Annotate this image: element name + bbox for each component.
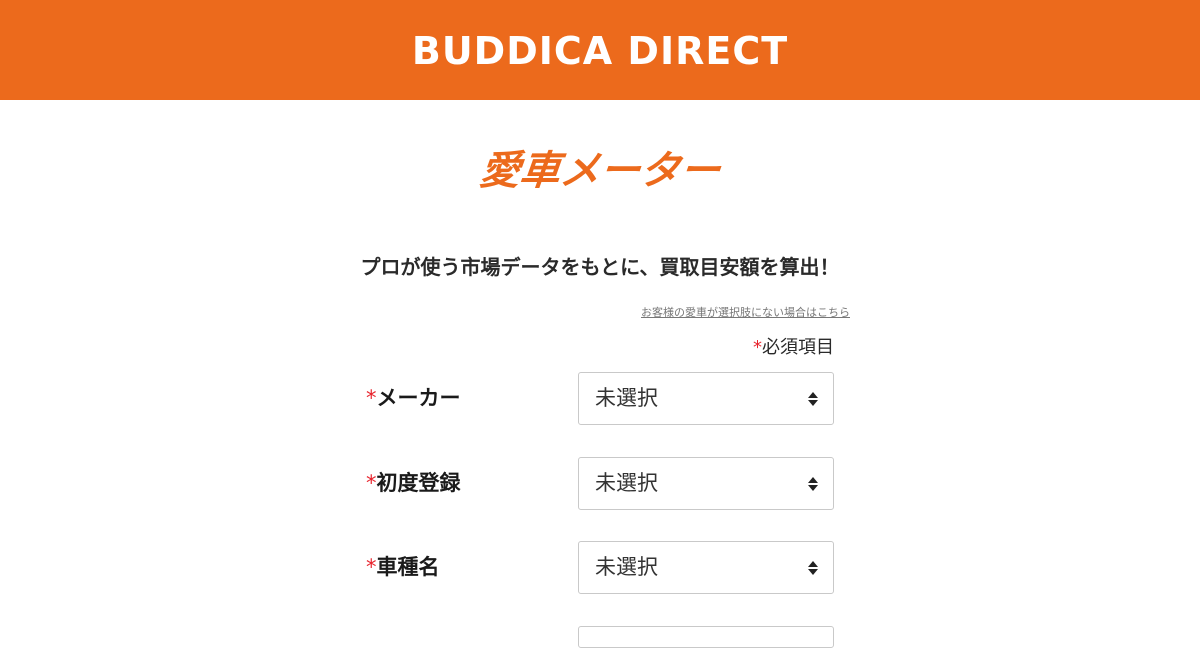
field-label-text: メーカー: [376, 386, 461, 410]
field-label-first-registration: *初度登録: [366, 457, 461, 510]
required-star: *: [366, 471, 377, 495]
required-star: *: [753, 337, 762, 358]
maker-select[interactable]: 未選択: [578, 372, 834, 425]
car-model-select-value: 未選択: [595, 555, 658, 579]
field-label-car-model: *車種名: [366, 541, 440, 594]
first-registration-select-value: 未選択: [595, 471, 658, 495]
buddica-direct-logo[interactable]: BUDDICA DIRECT: [0, 26, 1200, 76]
aisha-meter-logo: 愛車メーター: [477, 148, 723, 194]
required-note-label: 必須項目: [762, 337, 834, 358]
next-select-partial[interactable]: [578, 626, 834, 648]
car-model-select[interactable]: 未選択: [578, 541, 834, 594]
required-fields-note: *必須項目: [753, 336, 834, 360]
form-row-car-model: *車種名 未選択: [366, 541, 834, 594]
car-not-listed-link[interactable]: お客様の愛車が選択肢にない場合はこちら: [641, 305, 850, 321]
page-tagline: プロが使う市場データをもとに、買取目安額を算出！: [360, 255, 840, 279]
required-star: *: [366, 555, 377, 579]
field-label-maker: *メーカー: [366, 372, 461, 425]
form-row-first-registration: *初度登録 未選択: [366, 457, 834, 510]
sort-arrows-icon: [808, 392, 818, 406]
required-star: *: [366, 386, 377, 410]
form-row-maker: *メーカー 未選択: [366, 372, 834, 425]
sort-arrows-icon: [808, 561, 818, 575]
field-label-text: 初度登録: [376, 471, 461, 495]
first-registration-select[interactable]: 未選択: [578, 457, 834, 510]
site-header: BUDDICA DIRECT: [0, 0, 1200, 100]
field-label-text: 車種名: [376, 555, 440, 579]
sort-arrows-icon: [808, 477, 818, 491]
maker-select-value: 未選択: [595, 386, 658, 410]
